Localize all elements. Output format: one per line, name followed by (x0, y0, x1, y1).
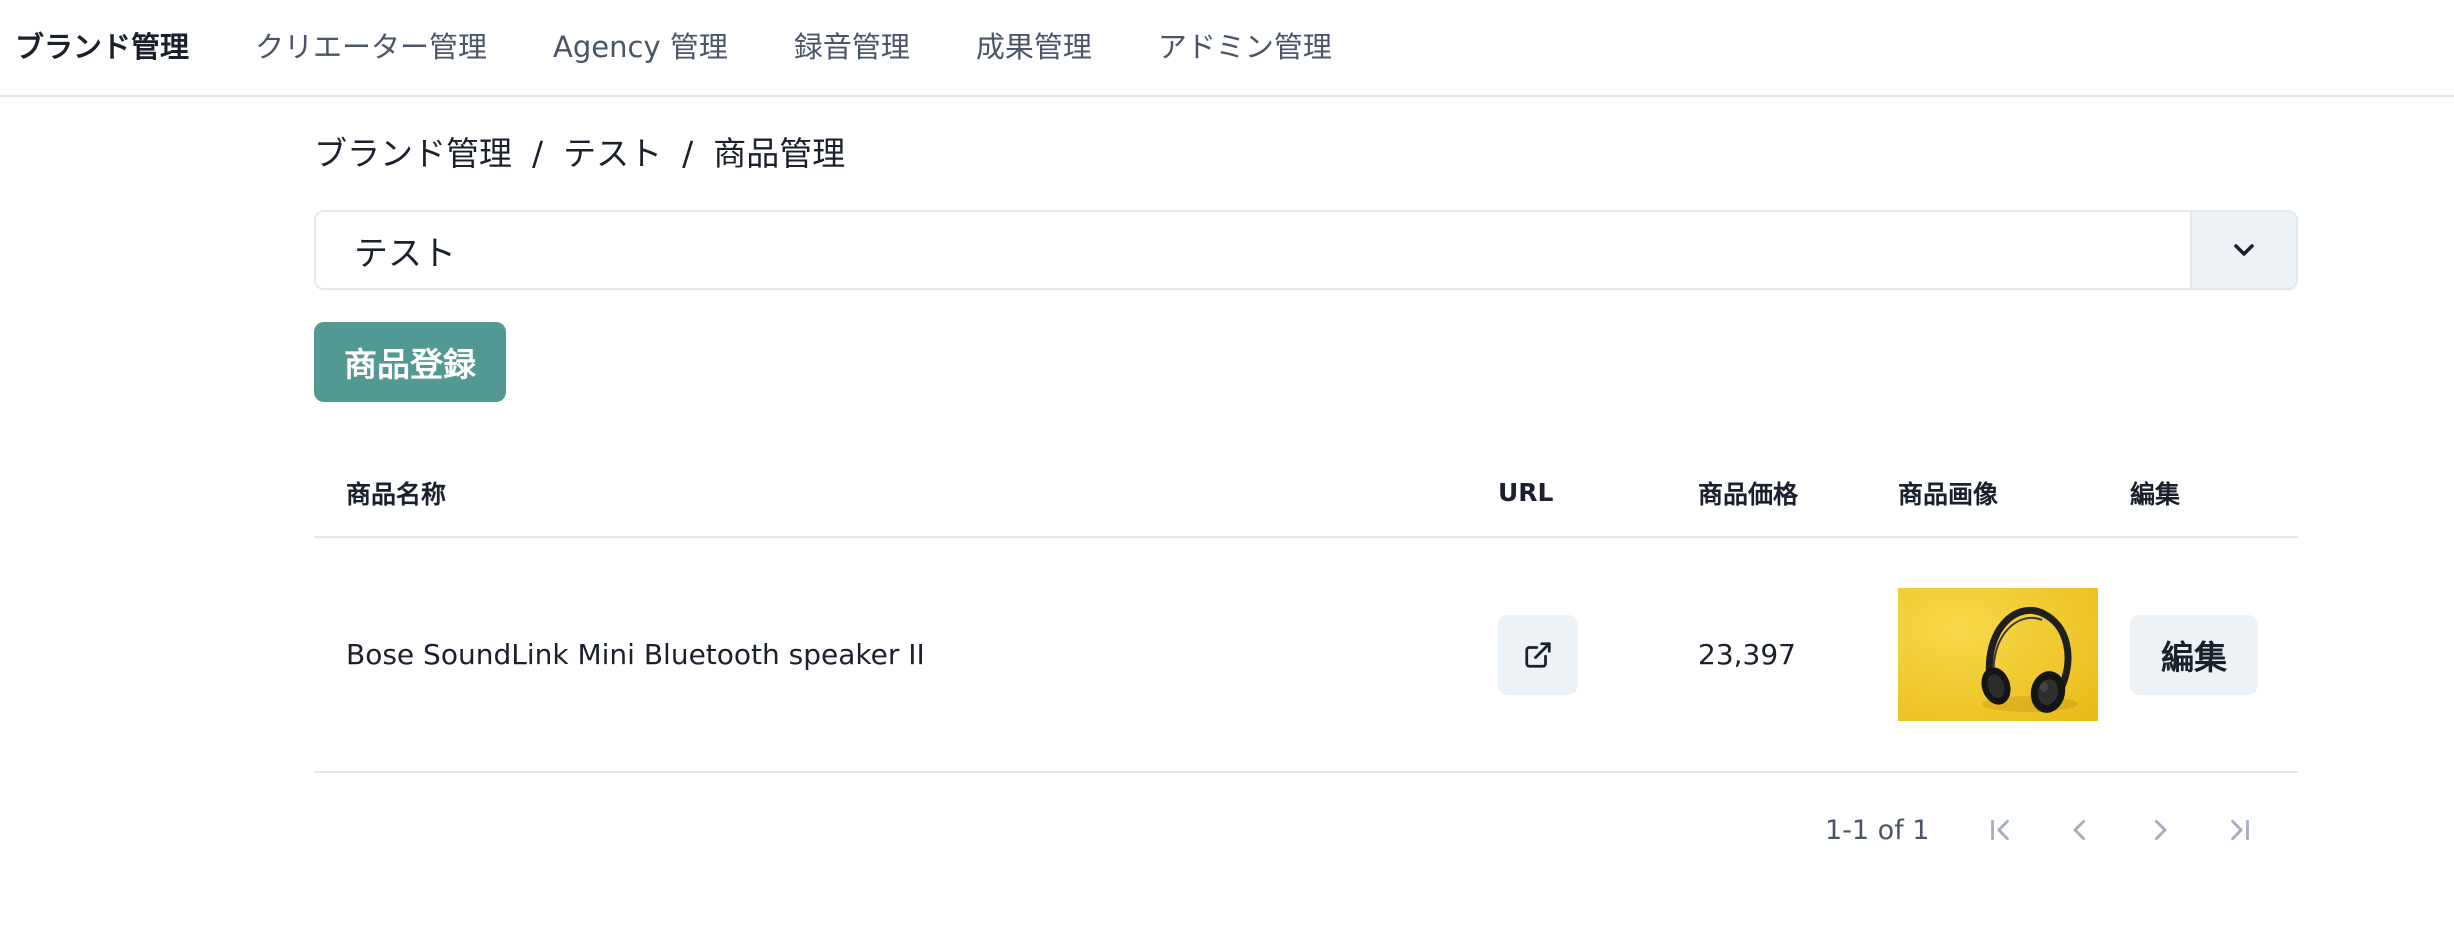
product-edit-cell: 編集 (2130, 538, 2258, 771)
product-url-cell (1498, 538, 1578, 771)
nav-item-brand-management[interactable]: ブランド管理 (15, 33, 189, 62)
last-page-button[interactable] (2212, 802, 2268, 858)
external-link-icon (1525, 641, 1551, 668)
next-page-button[interactable] (2132, 802, 2188, 858)
first-page-button[interactable] (1972, 802, 2028, 858)
brand-select-value[interactable]: テスト (316, 212, 2190, 288)
chevron-down-icon (2234, 244, 2254, 256)
nav-item-admin-management[interactable]: アドミン管理 (1158, 33, 1332, 62)
product-price-cell: 23,397 (1698, 638, 1796, 671)
breadcrumb: ブランド管理 / テスト / 商品管理 (314, 137, 845, 170)
headphones-product-image (1898, 588, 2098, 721)
brand-select-toggle[interactable] (2190, 212, 2296, 288)
breadcrumb-item-product-management: 商品管理 (713, 134, 846, 173)
breadcrumb-item-brand-management[interactable]: ブランド管理 (314, 137, 512, 170)
column-header-edit: 編集 (2130, 479, 2181, 509)
column-header-name: 商品名称 (346, 479, 447, 509)
column-header-price: 商品価格 (1698, 479, 1799, 509)
brand-select[interactable]: テスト (314, 210, 2298, 290)
breadcrumb-item-brand[interactable]: テスト (563, 137, 662, 170)
table-row: Bose SoundLink Mini Bluetooth speaker II… (314, 538, 2298, 773)
headphones-icon (1898, 588, 2098, 721)
table-header: 商品名称 URL 商品価格 商品画像 編集 (314, 449, 2298, 538)
register-product-button[interactable]: 商品登録 (314, 322, 506, 402)
next-page-icon (2154, 819, 2167, 841)
first-page-icon (1991, 819, 2009, 841)
nav-item-creator-management[interactable]: クリエーター管理 (255, 33, 487, 62)
nav-item-recording-management[interactable]: 録音管理 (794, 33, 910, 62)
product-table: 商品名称 URL 商品価格 商品画像 編集 Bose SoundLink Min… (314, 449, 2298, 773)
column-header-url: URL (1498, 478, 1554, 507)
product-name-cell: Bose SoundLink Mini Bluetooth speaker II (346, 638, 925, 671)
pagination-info: 1-1 of 1 (1825, 814, 1930, 846)
top-nav: ブランド管理 クリエーター管理 Agency 管理 録音管理 成果管理 アドミン… (0, 0, 2454, 97)
previous-page-button[interactable] (2052, 802, 2108, 858)
product-image-cell (1898, 538, 2098, 771)
breadcrumb-separator: / (532, 134, 544, 173)
pagination: 1-1 of 1 (314, 790, 2298, 870)
breadcrumb-separator: / (682, 134, 694, 173)
edit-button[interactable]: 編集 (2130, 614, 2258, 695)
open-url-button[interactable] (1498, 614, 1578, 695)
previous-page-icon (2073, 819, 2086, 841)
nav-item-agency-management[interactable]: Agency 管理 (553, 33, 728, 62)
last-page-icon (2231, 819, 2249, 841)
column-header-image: 商品画像 (1898, 479, 1999, 509)
nav-item-results-management[interactable]: 成果管理 (976, 33, 1092, 62)
